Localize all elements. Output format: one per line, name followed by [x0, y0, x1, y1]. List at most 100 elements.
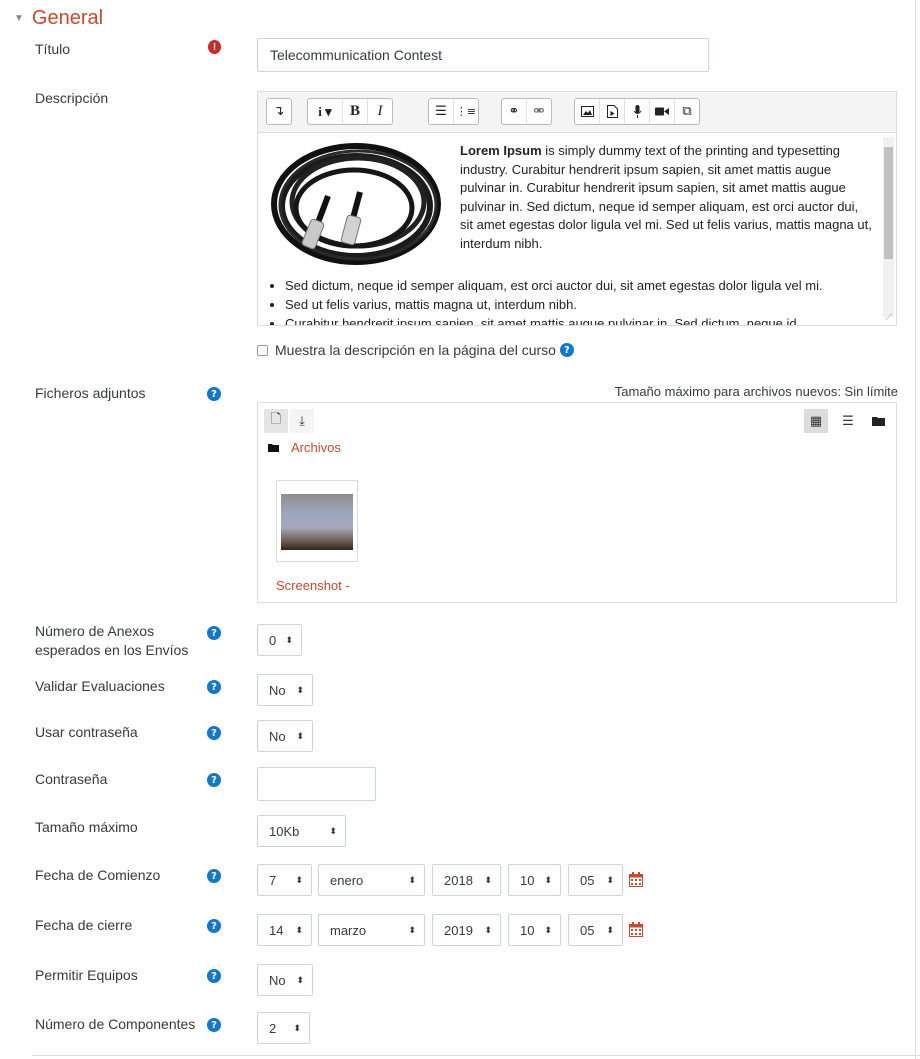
toolbar-group-2: i ▾ B I [307, 98, 393, 125]
link-icon[interactable]: ⚭ [502, 99, 526, 124]
contrasena-input[interactable] [257, 767, 376, 801]
fecha-comienzo-year-select[interactable]: 2018 ⬍ [432, 864, 501, 896]
help-icon[interactable]: ? [207, 626, 221, 640]
paragraph-style-icon[interactable]: i ▾ [308, 99, 342, 124]
fecha-comienzo-month-select[interactable]: enero ⬍ [318, 864, 425, 896]
fecha-comienzo-month: enero [330, 872, 364, 888]
collapse-caret-icon[interactable]: ▼ [14, 13, 24, 24]
italic-icon[interactable]: I [367, 99, 392, 124]
usar-pass-label: Usar contraseña [35, 724, 138, 740]
file-manager: 🗋 ⤓ ▦ ☰ Archivos Screenshot - [257, 402, 897, 603]
updown-icon: ⬍ [293, 1022, 301, 1033]
num-componentes-select[interactable]: 2 ⬍ [257, 1012, 310, 1044]
titulo-label: Título [35, 41, 71, 57]
updown-icon: ⬍ [295, 874, 303, 885]
help-icon[interactable]: ? [207, 773, 221, 787]
fecha-cierre-month-select[interactable]: marzo ⬍ [318, 914, 425, 946]
updown-icon: ⬍ [408, 874, 416, 885]
num-anexos-select[interactable]: 0 ⬍ [257, 624, 302, 656]
fecha-cierre-day-select[interactable]: 14 ⬍ [257, 914, 312, 946]
media-icon[interactable] [599, 99, 624, 124]
folder-icon [268, 443, 279, 452]
editor-content[interactable]: Lorem Ipsum is simply dummy text of the … [257, 133, 897, 326]
section-header-general[interactable]: ▼ General [14, 5, 103, 31]
list-item: Sed ut felis varius, mattis magna ut, in… [285, 295, 895, 314]
fecha-cierre-minute: 05 [580, 922, 595, 938]
fecha-comienzo-day-select[interactable]: 7 ⬍ [257, 864, 312, 896]
unordered-list-icon[interactable]: ☰ [429, 99, 453, 124]
contrasena-label: Contraseña [35, 771, 108, 787]
fecha-comienzo-year: 2018 [444, 872, 473, 888]
updown-icon: ⬍ [606, 924, 614, 935]
breadcrumb: Archivos [268, 440, 341, 455]
num-componentes-label: Número de Componentes [35, 1016, 196, 1032]
manage-files-icon[interactable]: ⧉ [674, 99, 699, 124]
download-icon[interactable]: ⤓ [290, 409, 314, 433]
bold-icon[interactable]: B [342, 99, 367, 124]
breadcrumb-archivos[interactable]: Archivos [291, 440, 341, 455]
usar-pass-select[interactable]: No ⬍ [257, 720, 313, 752]
file-thumbnail[interactable] [276, 480, 358, 562]
editor-paragraph: Lorem Ipsum is simply dummy text of the … [460, 142, 872, 253]
scrollbar-thumb[interactable] [884, 147, 893, 259]
editor-bullet-list: Sed dictum, neque id semper aliquam, est… [268, 276, 895, 325]
help-icon[interactable]: ? [207, 919, 221, 933]
permitir-equipos-select[interactable]: No ⬍ [257, 964, 313, 996]
fecha-cierre-month: marzo [330, 922, 367, 938]
grid-view-icon[interactable]: ▦ [804, 409, 828, 433]
record-video-icon[interactable] [649, 99, 674, 124]
editor-bold-lead: Lorem Ipsum [460, 143, 542, 158]
unlink-icon[interactable]: ⚮ [526, 99, 551, 124]
fecha-comienzo-minute-select[interactable]: 05 ⬍ [568, 864, 623, 896]
ordered-list-icon[interactable]: ⋮≡ [453, 99, 478, 124]
calendar-icon[interactable] [629, 922, 643, 937]
cable-image [271, 143, 441, 265]
calendar-icon[interactable] [629, 872, 643, 887]
image-icon[interactable] [575, 99, 599, 124]
fecha-comienzo-day: 7 [269, 872, 277, 888]
show-description-label: Muestra la descripción en la página del … [275, 342, 556, 358]
file-preview-image [281, 494, 353, 550]
help-icon[interactable]: ? [207, 869, 221, 883]
help-icon[interactable]: ? [207, 387, 221, 401]
help-icon[interactable]: ? [559, 343, 574, 357]
fecha-comienzo-hour: 10 [520, 872, 535, 888]
fecha-cierre-year: 2019 [444, 922, 473, 938]
titulo-input[interactable]: Telecommunication Contest [257, 38, 709, 72]
help-icon[interactable]: ? [207, 1018, 221, 1032]
fecha-cierre-year-select[interactable]: 2019 ⬍ [432, 914, 501, 946]
tree-view-icon[interactable] [866, 409, 890, 433]
num-componentes-value: 2 [269, 1020, 277, 1036]
tamano-max-select[interactable]: 10Kb ⬍ [257, 815, 346, 847]
required-icon: ! [208, 40, 221, 54]
fecha-comienzo-hour-select[interactable]: 10 ⬍ [508, 864, 561, 896]
fecha-cierre-minute-select[interactable]: 05 ⬍ [568, 914, 623, 946]
validar-select[interactable]: No ⬍ [257, 674, 313, 706]
descripcion-label: Descripción [35, 90, 109, 106]
record-audio-icon[interactable] [624, 99, 649, 124]
updown-icon: ⬍ [296, 730, 304, 741]
list-view-icon[interactable]: ☰ [836, 409, 860, 433]
updown-icon: ⬍ [544, 874, 552, 885]
help-icon[interactable]: ? [207, 726, 221, 740]
toolbar-group-1: ↴ [266, 98, 292, 125]
show-description-checkbox[interactable] [257, 345, 268, 356]
editor-scrollbar[interactable] [883, 137, 894, 317]
help-icon[interactable]: ? [207, 969, 221, 983]
fecha-cierre-day: 14 [269, 922, 284, 938]
num-anexos-label-line2: esperados en los Envíos [35, 642, 189, 658]
toolbar-group-4: ⚭ ⚮ [501, 98, 552, 125]
collapse-icon[interactable]: ↴ [267, 99, 291, 124]
num-anexos-value: 0 [269, 632, 277, 648]
fecha-comienzo-minute: 05 [580, 872, 595, 888]
fecha-cierre-hour-select[interactable]: 10 ⬍ [508, 914, 561, 946]
max-size-text: Tamaño máximo para archivos nuevos: Sin … [614, 384, 898, 399]
ficheros-label: Ficheros adjuntos [35, 385, 146, 401]
add-file-icon[interactable]: 🗋 [264, 409, 288, 433]
updown-icon: ⬍ [606, 874, 614, 885]
updown-icon: ⬍ [285, 634, 293, 645]
resize-handle-icon[interactable]: ⟋ [886, 312, 892, 323]
help-icon[interactable]: ? [207, 680, 221, 694]
bottom-divider [32, 1055, 920, 1056]
file-name[interactable]: Screenshot - [276, 578, 350, 593]
